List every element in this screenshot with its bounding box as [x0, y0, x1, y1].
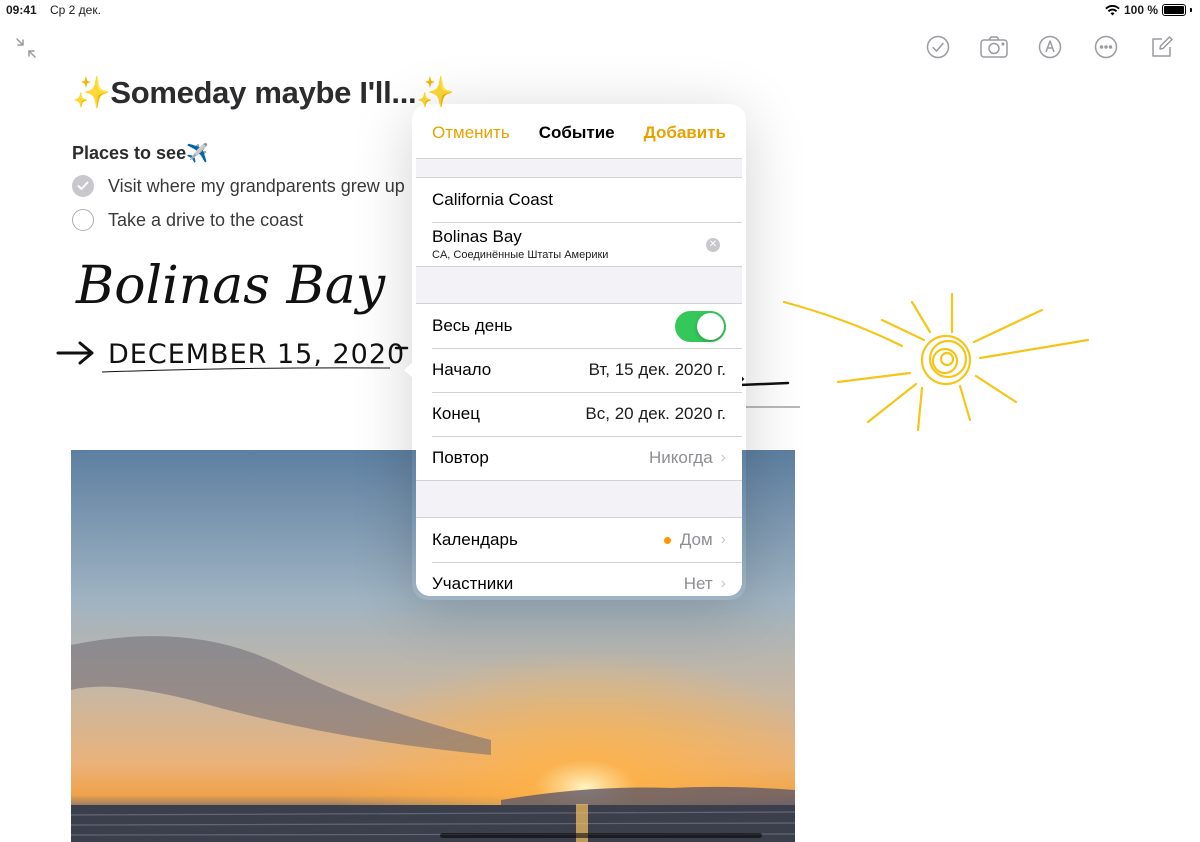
- markup-button[interactable]: [1022, 34, 1078, 60]
- event-title-value: California Coast: [432, 190, 553, 209]
- invitees-value: Нет: [683, 574, 713, 593]
- start-value: Вт, 15 дек. 2020 г.: [588, 360, 726, 379]
- cancel-button[interactable]: Отменить: [432, 123, 510, 143]
- calendar-value-wrap: Дом: [663, 530, 713, 550]
- time-group: Весь день Начало Вт, 15 дек. 2020 г. Кон…: [416, 303, 742, 481]
- camera-icon: [980, 36, 1008, 58]
- handwriting-bolinas: Bolinas Bay: [75, 256, 386, 316]
- note-title-text: Someday maybe I'll...: [110, 75, 417, 110]
- home-indicator[interactable]: [440, 833, 762, 838]
- calendar-color-dot: [663, 537, 671, 545]
- invitees-label: Участники: [432, 574, 514, 593]
- popover-header: Отменить Событие Добавить: [416, 107, 742, 159]
- compose-icon: [1152, 36, 1173, 57]
- battery-icon: [1162, 4, 1186, 16]
- all-day-label: Весь день: [432, 316, 513, 335]
- calendar-row[interactable]: Календарь Дом ›: [416, 518, 742, 562]
- start-row[interactable]: Начало Вт, 15 дек. 2020 г.: [416, 348, 742, 392]
- sun-doodle: [782, 292, 1090, 432]
- popover-title: Событие: [538, 122, 615, 142]
- checklist-item-text: Take a drive to the coast: [108, 209, 304, 230]
- calendar-label: Календарь: [432, 530, 518, 549]
- calendar-group: Календарь Дом › Участники Нет ›: [416, 517, 742, 596]
- checklist-item[interactable]: Visit where my grandparents grew up: [72, 175, 405, 197]
- repeat-row[interactable]: Повтор Никогда ›: [416, 436, 742, 480]
- checklist-icon: [926, 35, 950, 59]
- sparkle-icon: ✨: [72, 75, 111, 110]
- checklist-button[interactable]: [910, 34, 966, 60]
- repeat-label: Повтор: [432, 448, 489, 467]
- repeat-value: Никогда: [649, 448, 713, 467]
- location-detail: CA, Соединённые Штаты Америки: [432, 249, 609, 261]
- calendar-value: Дом: [679, 530, 713, 549]
- add-button[interactable]: Добавить: [644, 123, 726, 143]
- event-popover: Отменить Событие Добавить California Coa…: [416, 107, 742, 596]
- checklist-item-text: Visit where my grandparents grew up: [108, 175, 405, 196]
- checked-circle-icon[interactable]: [72, 175, 94, 197]
- more-button[interactable]: [1078, 34, 1134, 60]
- handwriting-date: DECEMBER 15, 2020: [108, 339, 405, 370]
- status-right: 100 %: [1105, 3, 1192, 17]
- note-title[interactable]: ✨Someday maybe I'll...✨: [72, 74, 455, 111]
- title-location-group: California Coast Bolinas Bay CA, Соединё…: [416, 177, 742, 267]
- markup-icon: [1038, 35, 1062, 59]
- end-row[interactable]: Конец Вс, 20 дек. 2020 г.: [416, 392, 742, 436]
- all-day-toggle[interactable]: [675, 310, 726, 342]
- unchecked-circle-icon[interactable]: [72, 209, 94, 231]
- status-date: Ср 2 дек.: [50, 3, 101, 17]
- chevron-right-icon: ›: [720, 575, 726, 592]
- event-title-field[interactable]: California Coast: [416, 178, 742, 222]
- clear-icon[interactable]: ✕: [706, 238, 720, 252]
- compose-button[interactable]: [1134, 34, 1190, 60]
- end-label: Конец: [432, 404, 480, 423]
- location-name: Bolinas Bay: [432, 227, 522, 246]
- note-toolbar: [910, 34, 1190, 60]
- end-value: Вс, 20 дек. 2020 г.: [585, 404, 726, 423]
- collapse-icon[interactable]: [14, 36, 38, 60]
- start-label: Начало: [432, 360, 492, 379]
- chevron-right-icon: ›: [720, 531, 726, 548]
- all-day-row: Весь день: [416, 304, 742, 348]
- status-bar: 09:41 Ср 2 дек. 100 %: [0, 0, 1200, 20]
- checklist-item[interactable]: Take a drive to the coast: [72, 209, 303, 231]
- status-time: 09:41: [6, 3, 37, 17]
- location-field[interactable]: Bolinas Bay CA, Соединённые Штаты Америк…: [416, 222, 742, 266]
- wifi-icon: [1105, 4, 1120, 15]
- camera-button[interactable]: [966, 34, 1022, 60]
- section-heading[interactable]: Places to see✈️: [72, 143, 209, 164]
- more-icon: [1094, 35, 1118, 59]
- invitees-row[interactable]: Участники Нет ›: [416, 562, 742, 596]
- battery-percent: 100 %: [1123, 3, 1158, 17]
- chevron-right-icon: ›: [720, 449, 726, 466]
